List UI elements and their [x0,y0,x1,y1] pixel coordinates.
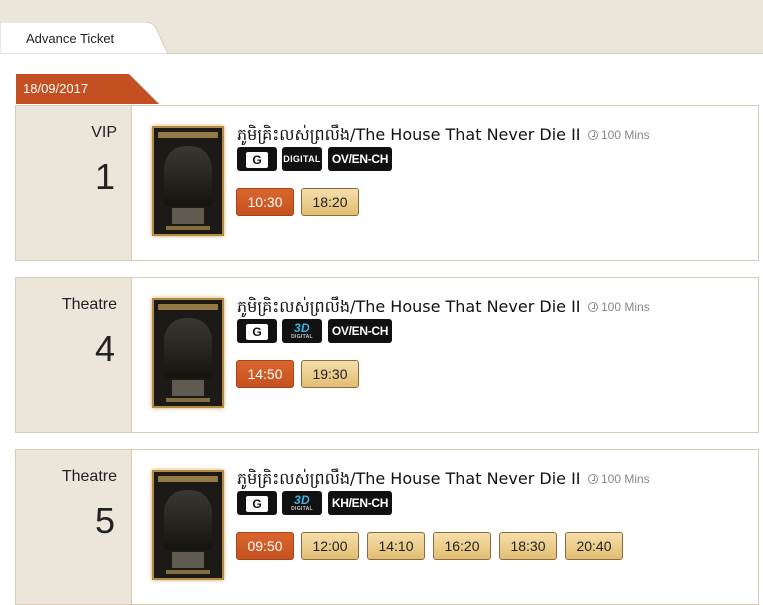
format-badge-3d: 3D DIGITAL [282,319,322,343]
showtime-button[interactable]: 16:20 [433,532,491,560]
hall-name: Theatre [61,468,117,485]
hall-name: Theatre [61,296,117,313]
showtime-button[interactable]: 09:50 [236,532,294,560]
showtime-button[interactable]: 18:20 [301,188,359,216]
format-3d-label: 3D [294,493,310,507]
date-label: 18/09/2017 [23,81,89,96]
language-badge: OV/EN-CH [328,147,392,171]
showtime-button[interactable]: 19:30 [301,360,359,388]
showtime-button[interactable]: 10:30 [236,188,294,216]
showtime-button[interactable]: 14:10 [367,532,425,560]
language-badge: KH/EN-CH [328,491,392,515]
hall-panel: VIP 1 [16,106,132,260]
clock-icon [588,302,598,312]
hall-number: 5 [94,500,115,541]
tab-label: Advance Ticket [26,31,115,46]
hall-name: VIP [91,124,117,141]
movie-title[interactable]: ភូមិគ្រិះលស់ព្រលឹង/The House That Never … [237,296,581,320]
showtime-button[interactable]: 18:30 [499,532,557,560]
showtime-card: Theatre 5 ភូមិគ្រិះលស់ព្រលឹង/The House T… [15,449,759,605]
hall-number: 4 [94,328,115,369]
rating-label: G [246,152,268,168]
duration: 100 Mins [588,300,650,314]
showtime-card: VIP 1 ភូមិគ្រិះលស់ព្រលឹង/The House That … [15,105,759,261]
top-bar: Advance Ticket [0,0,763,54]
duration-label: 100 Mins [601,472,650,486]
clock-icon [588,130,598,140]
movie-poster[interactable] [152,298,224,408]
showtime-button[interactable]: 12:00 [301,532,359,560]
tab-advance-ticket[interactable]: Advance Ticket [0,22,168,54]
hall-number: 1 [94,156,115,197]
rating-label: G [246,496,268,512]
language-badge: OV/EN-CH [328,319,392,343]
movie-title[interactable]: ភូមិគ្រិះលស់ព្រលឹង/The House That Never … [237,124,581,148]
hall-panel: Theatre 5 [16,450,132,604]
duration-label: 100 Mins [601,300,650,314]
format-badge: DIGITAL [282,147,322,171]
movie-poster[interactable] [152,470,224,580]
movie-title[interactable]: ភូមិគ្រិះលស់ព្រលឹង/The House That Never … [237,468,581,492]
rating-badge: G [237,491,277,515]
movie-poster[interactable] [152,126,224,236]
showtime-button[interactable]: 14:50 [236,360,294,388]
format-3d-sublabel: DIGITAL [291,334,313,340]
format-3d-label: 3D [294,321,310,335]
showtime-card: Theatre 4 ភូមិគ្រិះលស់ព្រលឹង/The House T… [15,277,759,433]
duration-label: 100 Mins [601,128,650,142]
hall-panel: Theatre 4 [16,278,132,432]
rating-badge: G [237,147,277,171]
rating-badge: G [237,319,277,343]
format-badge-3d: 3D DIGITAL [282,491,322,515]
rating-label: G [246,324,268,340]
format-3d-sublabel: DIGITAL [291,506,313,512]
clock-icon [588,474,598,484]
duration: 100 Mins [588,472,650,486]
date-tag: 18/09/2017 [16,74,159,104]
showtime-button[interactable]: 20:40 [565,532,623,560]
duration: 100 Mins [588,128,650,142]
